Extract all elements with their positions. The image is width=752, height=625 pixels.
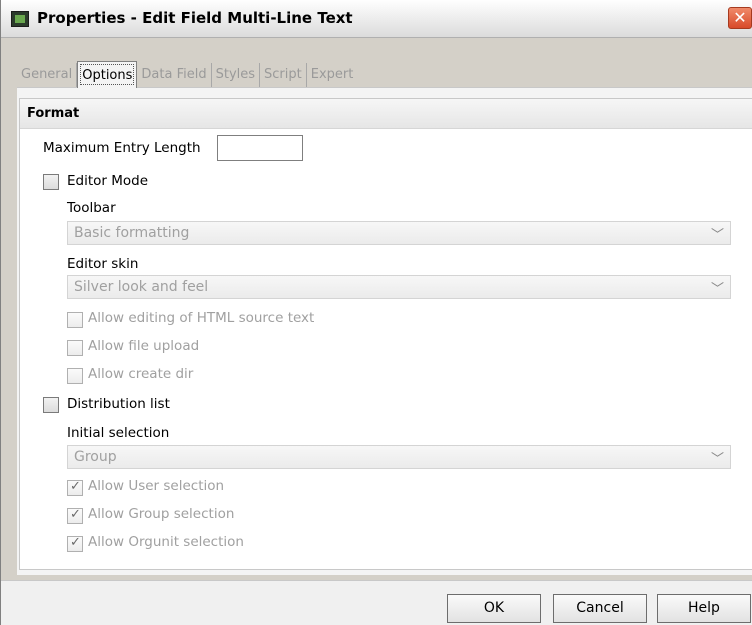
allow-html-checkbox[interactable]	[67, 312, 83, 328]
toolbar-label: Toolbar	[67, 200, 116, 216]
chevron-down-icon: ﹀	[710, 282, 724, 297]
max-entry-length-input[interactable]	[217, 135, 303, 161]
allow-orgunit-selection-checkbox[interactable]: ✓	[67, 535, 83, 552]
chevron-down-icon: ﹀	[710, 452, 724, 467]
max-entry-length-label: Maximum Entry Length	[43, 140, 201, 156]
allow-user-selection-checkbox[interactable]: ✓	[67, 479, 83, 496]
checkmark-icon: ✓	[70, 479, 81, 494]
allow-user-selection-label: Allow User selection	[88, 478, 225, 494]
tab-bar: General Options Data Field Styles Script…	[17, 61, 358, 88]
allow-upload-label: Allow file upload	[88, 338, 200, 354]
allow-html-label: Allow editing of HTML source text	[88, 310, 315, 326]
allow-upload-checkbox[interactable]	[67, 340, 83, 356]
initial-selection-label: Initial selection	[67, 425, 170, 441]
format-panel	[19, 98, 752, 570]
tab-styles[interactable]: Styles	[212, 63, 261, 87]
checkmark-icon: ✓	[70, 507, 81, 522]
editor-mode-label: Editor Mode	[67, 173, 149, 189]
help-button[interactable]: Help	[657, 594, 751, 623]
ok-button[interactable]: OK	[447, 594, 541, 623]
tab-data-field[interactable]: Data Field	[137, 63, 212, 87]
tab-options[interactable]: Options	[77, 61, 138, 88]
distribution-list-label: Distribution list	[67, 396, 170, 412]
tab-script[interactable]: Script	[260, 63, 307, 87]
editor-mode-checkbox[interactable]	[43, 174, 59, 190]
allow-group-selection-label: Allow Group selection	[88, 506, 235, 522]
title-bar[interactable]: Properties - Edit Field Multi-Line Text …	[1, 0, 752, 38]
tab-general[interactable]: General	[17, 63, 78, 87]
editor-skin-select-value: Silver look and feel	[74, 279, 209, 295]
allow-orgunit-selection-label: Allow Orgunit selection	[88, 534, 244, 550]
format-section-header: Format	[20, 99, 752, 129]
chevron-down-icon: ﹀	[710, 228, 724, 243]
checkmark-icon: ✓	[70, 535, 81, 550]
allow-create-dir-label: Allow create dir	[88, 366, 194, 382]
toolbar-select-value: Basic formatting	[74, 225, 190, 241]
initial-selection-select[interactable]: Group ﹀	[67, 445, 731, 469]
tab-expert[interactable]: Expert	[307, 63, 358, 87]
close-icon: ✕	[733, 8, 747, 27]
section-title: Format	[27, 106, 80, 121]
window-title: Properties - Edit Field Multi-Line Text	[37, 9, 353, 27]
editor-skin-label: Editor skin	[67, 256, 139, 272]
editor-skin-select[interactable]: Silver look and feel ﹀	[67, 275, 731, 299]
distribution-list-checkbox[interactable]	[43, 397, 59, 413]
toolbar-select[interactable]: Basic formatting ﹀	[67, 221, 731, 245]
initial-selection-select-value: Group	[74, 449, 117, 465]
cancel-button[interactable]: Cancel	[553, 594, 647, 623]
app-icon	[11, 11, 29, 27]
close-button[interactable]: ✕	[728, 7, 752, 29]
allow-create-dir-checkbox[interactable]	[67, 368, 83, 384]
properties-dialog: Properties - Edit Field Multi-Line Text …	[0, 0, 752, 625]
allow-group-selection-checkbox[interactable]: ✓	[67, 507, 83, 524]
